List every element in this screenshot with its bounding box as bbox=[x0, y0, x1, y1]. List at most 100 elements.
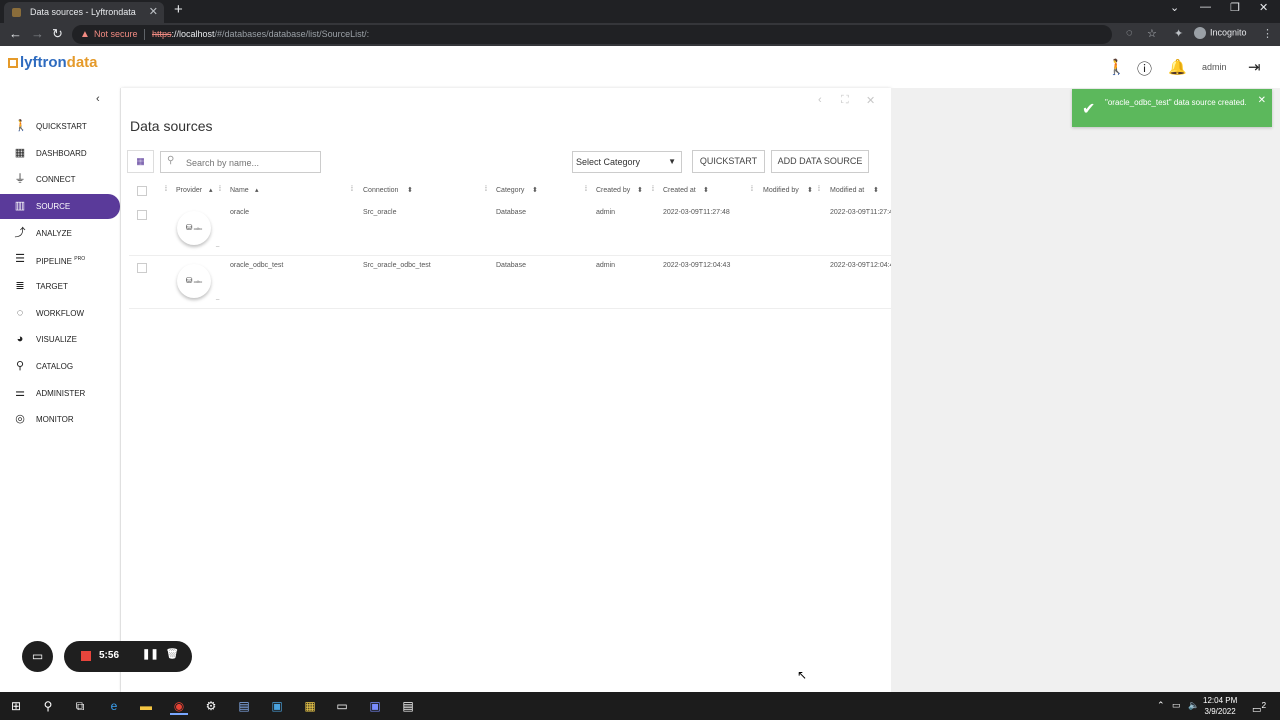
column-header-modified-by[interactable]: Modified by bbox=[763, 187, 799, 194]
sidebar-item-target[interactable]: ≣ TARGET bbox=[0, 274, 120, 299]
back-icon[interactable]: ← bbox=[9, 26, 22, 42]
tab-close-icon[interactable]: ✕ bbox=[149, 2, 158, 23]
column-header-category[interactable]: Category bbox=[496, 187, 524, 194]
sort-icon[interactable]: ⬍ bbox=[703, 186, 709, 194]
incognito-indicator[interactable]: Incognito bbox=[1194, 27, 1247, 39]
network-icon[interactable]: ▭ bbox=[1172, 700, 1181, 711]
terminal-icon[interactable]: ▭ bbox=[333, 697, 351, 715]
camera-toggle-button[interactable]: ▭ bbox=[22, 641, 53, 672]
app-icon[interactable]: ▤ bbox=[399, 697, 417, 715]
cell-name[interactable]: oracle bbox=[230, 209, 249, 216]
cell-name[interactable]: oracle_odbc_test bbox=[230, 262, 283, 269]
notification-center-icon[interactable]: ▭2 bbox=[1252, 700, 1266, 715]
browser-tab[interactable]: Data sources - Lyftrondata ✕ bbox=[4, 2, 164, 23]
help-icon[interactable]: ⓘ bbox=[1137, 58, 1152, 79]
table-row[interactable]: ⛁ odbc _ oracle Src_oracle Database admi… bbox=[129, 203, 893, 256]
sidebar-item-pipeline[interactable]: ☰ PIPELINE PRO bbox=[0, 247, 120, 272]
column-header-created-at[interactable]: Created at bbox=[663, 187, 696, 194]
notifications-bell-icon[interactable]: 🔔 bbox=[1168, 58, 1187, 76]
tray-chevron-icon[interactable]: ⌃ bbox=[1157, 700, 1165, 711]
extensions-icon[interactable]: ✦ bbox=[1174, 27, 1183, 40]
column-header-provider[interactable]: Provider bbox=[176, 187, 202, 194]
search-input[interactable] bbox=[186, 155, 316, 170]
windows-start-icon[interactable]: ⊞ bbox=[7, 697, 25, 715]
sidebar-item-visualize[interactable]: ◕ VISUALIZE bbox=[0, 327, 120, 352]
column-resize-handle[interactable]: ⁞ bbox=[751, 186, 753, 193]
sort-asc-icon[interactable]: ▴ bbox=[255, 186, 259, 194]
app-icon[interactable]: ▦ bbox=[301, 697, 319, 715]
sidebar-item-connect[interactable]: ⏚ CONNECT bbox=[0, 167, 120, 192]
eye-off-icon[interactable]: ◌ bbox=[1126, 27, 1133, 39]
forward-icon[interactable]: → bbox=[31, 26, 44, 42]
sort-icon[interactable]: ⬍ bbox=[807, 186, 813, 194]
not-secure-label[interactable]: Not secure bbox=[94, 25, 138, 44]
select-all-checkbox[interactable] bbox=[137, 186, 147, 196]
volume-icon[interactable]: 🔈 bbox=[1188, 700, 1199, 711]
column-resize-handle[interactable]: ⁞ bbox=[485, 186, 487, 193]
column-header-connection[interactable]: Connection bbox=[363, 187, 398, 194]
trash-icon[interactable]: 🗑 bbox=[166, 649, 179, 660]
minimize-icon[interactable]: — bbox=[1200, 1, 1211, 13]
quickstart-button[interactable]: QUICKSTART bbox=[692, 150, 765, 173]
sort-icon[interactable]: ⬍ bbox=[637, 186, 643, 194]
table-row[interactable]: ⛁ odbc _ oracle_odbc_test Src_oracle_odb… bbox=[129, 256, 893, 309]
column-resize-handle[interactable]: ⁞ bbox=[585, 186, 587, 193]
panel-fullscreen-icon[interactable]: ⛶ bbox=[841, 94, 849, 107]
category-select[interactable]: Select Category ▼ bbox=[572, 151, 682, 173]
system-clock[interactable]: 12:04 PM 3/9/2022 bbox=[1203, 695, 1237, 717]
reload-icon[interactable]: ↻ bbox=[52, 26, 63, 42]
address-bar[interactable]: ▲ Not secure https://localhost/#/databas… bbox=[72, 25, 1112, 44]
sort-icon[interactable]: ⬍ bbox=[407, 186, 413, 194]
settings-gear-icon[interactable]: ⚙ bbox=[202, 697, 220, 715]
close-window-icon[interactable]: ✕ bbox=[1259, 1, 1268, 14]
tab-search-icon[interactable]: ⌄ bbox=[1170, 1, 1179, 14]
sidebar-item-administer[interactable]: ⚌ ADMINISTER bbox=[0, 381, 120, 406]
sidebar-item-catalog[interactable]: ⚲ CATALOG bbox=[0, 354, 120, 379]
pause-icon[interactable]: ❚❚ bbox=[142, 649, 159, 660]
quickstart-walk-icon[interactable]: 🚶 bbox=[1107, 58, 1126, 76]
column-header-created-by[interactable]: Created by bbox=[596, 187, 630, 194]
file-explorer-icon[interactable]: ▬ bbox=[137, 697, 155, 715]
sort-icon[interactable]: ⬍ bbox=[532, 186, 538, 194]
edge-icon[interactable]: e bbox=[105, 697, 123, 715]
column-resize-handle[interactable]: ⁞ bbox=[652, 186, 654, 193]
chrome-icon[interactable]: ◉ bbox=[170, 697, 188, 715]
taskbar-search-icon[interactable]: ⚲ bbox=[39, 697, 57, 715]
column-header-modified-at[interactable]: Modified at bbox=[830, 187, 864, 194]
new-tab-button[interactable]: + bbox=[174, 1, 183, 18]
row-checkbox[interactable] bbox=[137, 210, 147, 220]
app-icon[interactable]: ▤ bbox=[235, 697, 253, 715]
sidebar-item-monitor[interactable]: ◎ MONITOR bbox=[0, 407, 120, 432]
column-header-name[interactable]: Name bbox=[230, 187, 249, 194]
url-text[interactable]: https://localhost/#/databases/database/l… bbox=[152, 25, 369, 44]
add-data-source-button[interactable]: ADD DATA SOURCE bbox=[771, 150, 869, 173]
app-icon[interactable]: ▣ bbox=[366, 697, 384, 715]
grid-view-button[interactable]: ▦ bbox=[127, 150, 154, 173]
sidebar-item-dashboard[interactable]: ▦ DASHBOARD bbox=[0, 141, 120, 166]
column-resize-handle[interactable]: ⁞ bbox=[818, 186, 820, 193]
task-view-icon[interactable]: ⧉ bbox=[71, 697, 89, 715]
user-name[interactable]: admin bbox=[1202, 62, 1227, 72]
maximize-icon[interactable]: ❐ bbox=[1230, 1, 1240, 14]
panel-close-icon[interactable]: ✕ bbox=[866, 94, 875, 107]
panel-back-icon[interactable]: ‹ bbox=[818, 94, 822, 106]
plug-icon: ⏚ bbox=[14, 173, 26, 185]
column-resize-handle[interactable]: ⁞ bbox=[351, 186, 353, 193]
star-icon[interactable]: ☆ bbox=[1147, 27, 1157, 40]
column-resize-handle[interactable]: ⁞ bbox=[219, 186, 221, 193]
toast-close-icon[interactable]: ✕ bbox=[1258, 95, 1266, 106]
column-resize-handle[interactable]: ⁞ bbox=[165, 186, 167, 193]
sidebar-item-workflow[interactable]: ◌ WORKFLOW bbox=[0, 301, 120, 326]
app-icon[interactable]: ▣ bbox=[268, 697, 286, 715]
sidebar-item-quickstart[interactable]: 🚶 QUICKSTART bbox=[0, 114, 120, 139]
sidebar-item-analyze[interactable]: ⤴ ANALYZE bbox=[0, 221, 120, 246]
logout-icon[interactable]: ⇥ bbox=[1248, 58, 1261, 76]
sort-asc-icon[interactable]: ▴ bbox=[209, 186, 213, 194]
sidebar-item-source[interactable]: ▥ SOURCE bbox=[0, 194, 120, 219]
collapse-sidebar-icon[interactable]: ‹ bbox=[96, 93, 100, 105]
row-checkbox[interactable] bbox=[137, 263, 147, 273]
stop-recording-icon[interactable] bbox=[81, 651, 91, 661]
sort-icon[interactable]: ⬍ bbox=[873, 186, 879, 194]
browser-menu-icon[interactable]: ⋮ bbox=[1262, 27, 1273, 40]
app-logo[interactable]: lyftrondata bbox=[8, 54, 98, 71]
